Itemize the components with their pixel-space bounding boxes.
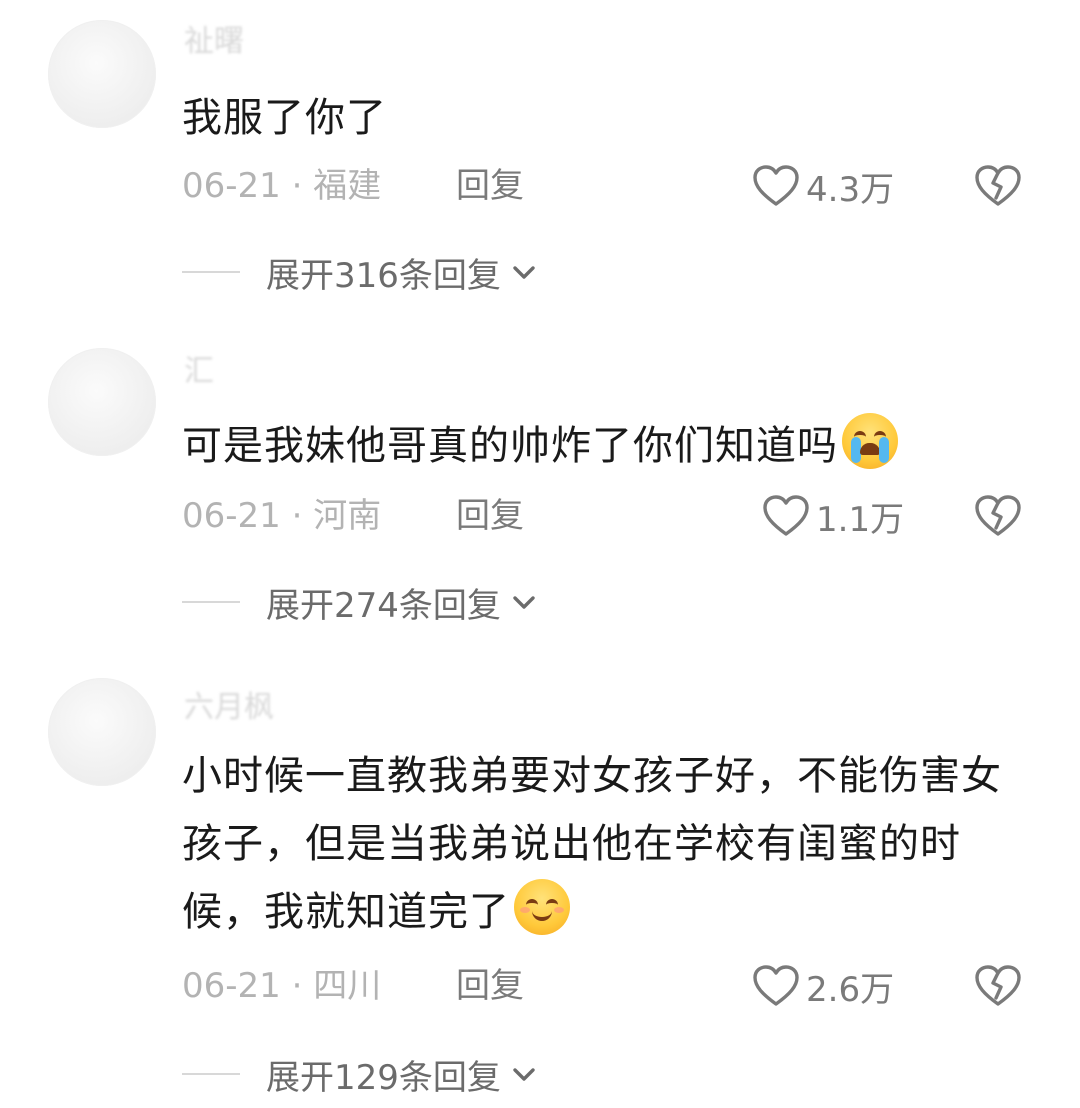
like-button[interactable]: 1.1万 [762,492,904,540]
comment-meta: 06-21 · 四川 [182,964,381,1008]
like-count: 2.6万 [806,969,895,1010]
like-button[interactable]: 2.6万 [752,962,894,1010]
comment-meta: 06-21 · 河南 [182,494,381,538]
broken-heart-icon[interactable] [974,964,1022,1008]
like-button[interactable]: 4.3万 [752,162,894,210]
reply-button[interactable]: 回复 [456,964,524,1008]
expand-replies-label: 展开129条回复 [266,1057,501,1098]
comment-meta: 06-21 · 福建 [182,164,381,208]
meta-separator: · [291,166,303,206]
comment-text-body: 可是我妹他哥真的帅炸了你们知道吗 [182,423,838,469]
username[interactable]: 祉曙 [184,22,244,62]
avatar[interactable] [48,20,156,128]
comment-text-body: 我服了你了 [182,95,387,141]
heart-icon [753,165,799,206]
heart-icon [763,495,809,536]
expand-replies-button[interactable]: 展开316条回复 [182,250,539,296]
comment-text: 可是我妹他哥真的帅炸了你们知道吗 [182,412,1002,480]
chevron-down-icon [513,1068,535,1081]
comment-date: 06-21 [182,966,281,1006]
comment-date: 06-21 [182,496,281,536]
chevron-down-icon [513,266,535,279]
like-count: 4.3万 [806,169,895,210]
like-count: 1.1万 [816,499,905,540]
username[interactable]: 六月枫 [184,688,274,728]
loudly-crying-face-icon [842,413,898,469]
comment-date: 06-21 [182,166,281,206]
reply-button[interactable]: 回复 [456,494,524,538]
comment-location: 四川 [313,966,382,1006]
smiling-face-icon [514,879,570,935]
chevron-down-icon [513,596,535,609]
divider-line [182,271,240,273]
reply-button[interactable]: 回复 [456,164,524,208]
broken-heart-icon[interactable] [974,164,1022,208]
expand-replies-label: 展开274条回复 [266,585,501,626]
comment-text: 我服了你了 [182,84,1002,152]
meta-separator: · [291,966,303,1006]
meta-separator: · [291,496,303,536]
broken-heart-icon[interactable] [974,494,1022,538]
comment-location: 福建 [313,166,382,206]
divider-line [182,601,240,603]
heart-icon [753,965,799,1006]
avatar[interactable] [48,348,156,456]
username[interactable]: 汇 [184,352,214,392]
divider-line [182,1073,240,1075]
comment-text-body: 小时候一直教我弟要对女孩子好，不能伤害女孩子，但是当我弟说出他在学校有闺蜜的时候… [182,753,1002,935]
expand-replies-button[interactable]: 展开274条回复 [182,580,539,626]
expand-replies-label: 展开316条回复 [266,255,501,296]
comment-location: 河南 [313,496,382,536]
expand-replies-button[interactable]: 展开129条回复 [182,1052,539,1098]
comment-text: 小时候一直教我弟要对女孩子好，不能伤害女孩子，但是当我弟说出他在学校有闺蜜的时候… [182,742,1002,946]
avatar[interactable] [48,678,156,786]
